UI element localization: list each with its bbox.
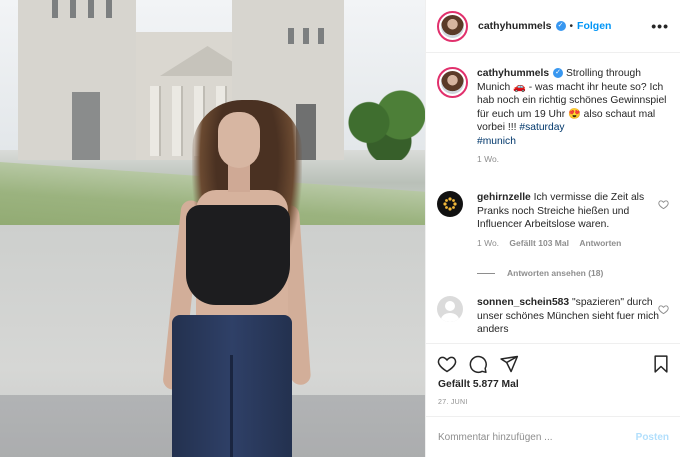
caption-body: cathyhummels ✓ Strolling through Munich 🚗… — [477, 67, 669, 148]
comment-body: sonnen_schein583 "spazieren" durch unser… — [477, 296, 669, 337]
avatar[interactable] — [437, 10, 468, 42]
reply-button[interactable]: Antworten — [579, 238, 621, 248]
caption-username[interactable]: cathyhummels — [477, 68, 549, 79]
comments-list[interactable]: cathyhummels ✓ Strolling through Munich 🚗… — [426, 53, 680, 343]
hashtag[interactable]: #saturday — [519, 122, 564, 133]
hashtag[interactable]: #munich — [477, 136, 516, 147]
verified-icon: ✓ — [555, 21, 566, 31]
avatar[interactable] — [437, 67, 468, 98]
comment-username[interactable]: sonnen_schein583 — [477, 297, 569, 308]
like-comment-icon[interactable] — [658, 199, 669, 210]
share-icon[interactable] — [499, 354, 519, 374]
post-image[interactable] — [0, 0, 425, 457]
default-avatar-icon — [441, 301, 459, 322]
comment-likes[interactable]: Gefällt 103 Mal — [509, 238, 569, 248]
comment-form: Posten — [426, 416, 680, 457]
likes-count[interactable]: Gefällt 5.877 Mal — [438, 379, 519, 390]
star-logo-icon — [443, 197, 457, 211]
header-username[interactable]: cathyhummels — [478, 20, 552, 32]
post-button[interactable]: Posten — [636, 432, 669, 443]
heart-icon[interactable] — [437, 354, 457, 374]
post-header: cathyhummels ✓ • Folgen ••• — [426, 0, 680, 53]
avatar[interactable] — [437, 296, 463, 322]
avatar-image — [441, 14, 464, 38]
like-comment-icon[interactable] — [658, 304, 669, 315]
black-top — [186, 205, 290, 305]
comment-age[interactable]: 1 Wo. — [477, 238, 499, 248]
post-sidebar: cathyhummels ✓ • Folgen ••• cathyhummels… — [425, 0, 680, 457]
action-bar: Gefällt 5.877 Mal 27. JUNI — [426, 343, 680, 416]
comment-icon[interactable] — [468, 354, 488, 374]
caption-age[interactable]: 1 Wo. — [477, 154, 499, 164]
follow-button[interactable]: Folgen — [577, 20, 611, 32]
comment-body: gehirnzelle Ich vermisse die Zeit als Pr… — [477, 191, 669, 232]
view-replies-button[interactable]: Antworten ansehen (18) — [477, 268, 603, 278]
comment-item: sonnen_schein583 "spazieren" durch unser… — [437, 296, 669, 337]
comment-item: gehirnzelle Ich vermisse die Zeit als Pr… — [437, 191, 669, 248]
comment-meta: 1 Wo. Gefällt 103 Mal Antworten — [477, 238, 669, 248]
bookmark-icon[interactable] — [651, 354, 671, 374]
caption: cathyhummels ✓ Strolling through Munich 🚗… — [437, 67, 669, 164]
caption-meta: 1 Wo. — [477, 154, 669, 164]
comment-input[interactable] — [438, 431, 636, 443]
more-options-icon[interactable]: ••• — [651, 18, 669, 34]
face — [218, 112, 260, 168]
person — [0, 0, 425, 457]
separator: • — [569, 20, 574, 32]
jeans — [172, 315, 292, 457]
view-replies-label: Antworten ansehen (18) — [507, 268, 604, 278]
comment-username[interactable]: gehirnzelle — [477, 192, 531, 203]
avatar-image — [441, 71, 464, 94]
post-date[interactable]: 27. JUNI — [438, 399, 468, 406]
verified-icon: ✓ — [553, 68, 564, 79]
divider — [477, 272, 495, 274]
avatar[interactable] — [437, 191, 463, 217]
